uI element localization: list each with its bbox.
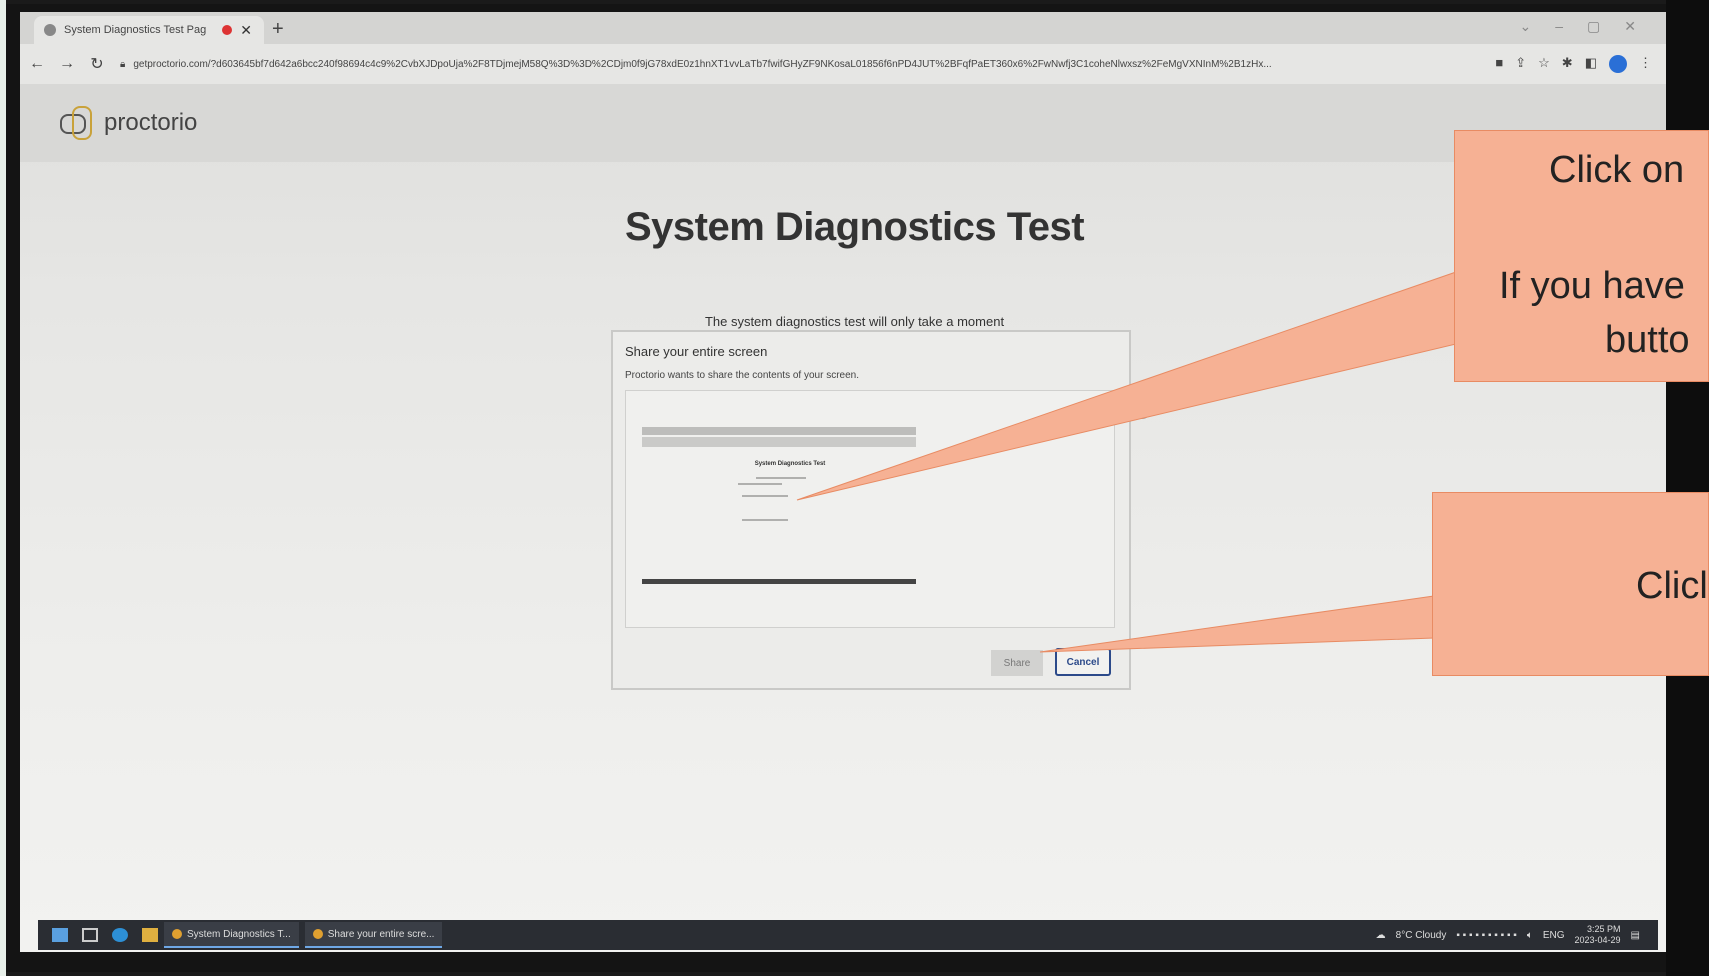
weather-cloud-icon[interactable]: ☁: [1376, 930, 1386, 941]
share-screen-dialog: Share your entire screen Proctorio wants…: [611, 330, 1131, 690]
lock-icon: 🔒︎: [120, 58, 126, 70]
site-header: proctorio: [20, 84, 1680, 162]
preview-browser-bar: [642, 427, 916, 435]
recording-icon: [222, 25, 233, 35]
tab-favicon-icon: [44, 24, 56, 36]
menu-icon[interactable]: ⋮: [1639, 55, 1652, 73]
reload-icon[interactable]: ↻: [84, 54, 110, 74]
preview-text-line: [738, 483, 782, 485]
taskbar-app-label: Share your entire scre...: [327, 928, 435, 940]
language-indicator[interactable]: ENG: [1543, 930, 1565, 941]
new-tab-button[interactable]: +: [272, 18, 284, 41]
preview-page-title: System Diagnostics Test: [754, 461, 826, 467]
volume-icon[interactable]: 🔈︎: [1527, 930, 1533, 941]
callout1-line3: butto: [1605, 319, 1690, 361]
notifications-icon[interactable]: ▤: [1631, 930, 1640, 941]
profile-avatar[interactable]: [1609, 55, 1627, 73]
preview-address-bar: [642, 437, 916, 447]
clock[interactable]: 3:25 PM 2023-04-29: [1575, 924, 1621, 946]
windows-start-icon[interactable]: [52, 928, 68, 942]
taskbar-app-label: System Diagnostics T...: [187, 928, 291, 940]
clock-time: 3:25 PM: [1587, 924, 1621, 934]
taskbar-app-diagnostics[interactable]: System Diagnostics T...: [164, 922, 299, 948]
back-arrow-icon[interactable]: ←: [24, 55, 50, 73]
loading-spinner-icon: [1133, 401, 1151, 419]
file-explorer-icon[interactable]: [142, 928, 158, 942]
instruction-callout-2: Clicl: [1432, 492, 1709, 676]
extensions-icon[interactable]: ✱: [1562, 55, 1573, 73]
browser-tab[interactable]: System Diagnostics Test Pag ✕: [34, 16, 264, 44]
tab-bar: System Diagnostics Test Pag ✕ + ⌄–▢✕: [20, 12, 1680, 44]
screen-preview-thumbnail[interactable]: System Diagnostics Test: [625, 390, 1115, 628]
weather-text[interactable]: 8°C Cloudy: [1396, 930, 1447, 941]
callout2-line1: Clicl: [1636, 565, 1708, 607]
tray-icons[interactable]: ▪ ▪ ▪ ▪ ▪ ▪ ▪ ▪ ▪ ▪: [1456, 930, 1516, 941]
chrome-icon: [172, 929, 182, 939]
proctorio-logo-icon: [60, 106, 94, 140]
camera-icon[interactable]: ■: [1495, 55, 1503, 73]
instruction-callout-1: Click on If you have butto: [1454, 130, 1709, 382]
preview-text-line: [756, 477, 806, 479]
forward-arrow-icon[interactable]: →: [54, 55, 80, 73]
page-title: System Diagnostics Test: [624, 205, 1085, 249]
task-view-icon[interactable]: [82, 928, 98, 942]
preview-text-line: [742, 519, 788, 521]
share-icon[interactable]: ⇪: [1515, 55, 1526, 73]
url-text: getproctorio.com/?d603645bf7d642a6bcc240…: [133, 58, 1272, 70]
tab-title: System Diagnostics Test Pag: [64, 24, 207, 36]
edge-browser-icon[interactable]: [112, 928, 128, 942]
page-subtitle: The system diagnostics test will only ta…: [704, 314, 1005, 329]
preview-taskbar: [642, 579, 916, 584]
system-tray: ☁ 8°C Cloudy ▪ ▪ ▪ ▪ ▪ ▪ ▪ ▪ ▪ ▪ 🔈︎ ENG …: [1376, 924, 1640, 946]
browser-toolbar: ← → ↻ 🔒︎ getproctorio.com/?d603645bf7d64…: [20, 44, 1680, 84]
window-controls[interactable]: ⌄–▢✕: [1520, 18, 1660, 35]
taskbar-app-share-screen[interactable]: Share your entire scre...: [304, 922, 443, 948]
callout1-line1: Click on: [1549, 149, 1685, 191]
bookmark-star-icon[interactable]: ☆: [1538, 55, 1550, 73]
tab-close-icon[interactable]: ✕: [240, 22, 252, 39]
site-logo-text: proctorio: [104, 109, 198, 136]
preview-text-line: [742, 495, 788, 497]
dialog-description: Proctorio wants to share the contents of…: [625, 370, 860, 381]
windows-taskbar: System Diagnostics T... Share your entir…: [38, 920, 1658, 950]
cancel-button[interactable]: Cancel: [1055, 648, 1111, 676]
dialog-title: Share your entire screen: [625, 344, 768, 359]
address-bar[interactable]: 🔒︎ getproctorio.com/?d603645bf7d642a6bcc…: [120, 52, 1485, 76]
callout1-line2: If you have: [1499, 265, 1685, 307]
sidebar-icon[interactable]: ◧: [1585, 55, 1597, 73]
chrome-icon: [312, 929, 323, 939]
share-button[interactable]: Share: [991, 650, 1043, 676]
toolbar-icons: ■ ⇪ ☆ ✱ ◧ ⋮: [1495, 55, 1652, 73]
clock-date: 2023-04-29: [1574, 935, 1621, 945]
